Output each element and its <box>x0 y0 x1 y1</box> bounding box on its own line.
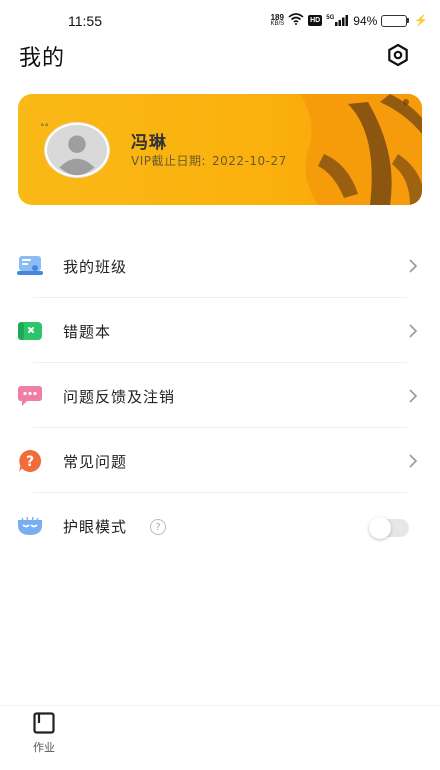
feedback-icon <box>17 385 43 407</box>
vip-expiry-date: 2022-10-27 <box>212 154 287 168</box>
wifi-icon <box>288 13 304 28</box>
vip-expiry-label: VIP截止日期: <box>131 154 207 168</box>
hd-badge: HD <box>308 15 323 26</box>
battery-icon <box>381 14 410 27</box>
class-icon <box>17 255 43 277</box>
menu-item-feedback[interactable]: 问题反馈及注销 <box>0 363 440 428</box>
settings-hexagon-icon <box>388 43 408 67</box>
menu-item-label: 常见问题 <box>63 453 128 471</box>
menu-item-label: 错题本 <box>63 323 112 341</box>
menu-item-wrong-book[interactable]: 错题本 <box>0 298 440 363</box>
menu-item-faq[interactable]: ? 常见问题 <box>0 428 440 493</box>
chevron-right-icon <box>409 454 418 468</box>
homework-icon <box>33 712 55 734</box>
eye-mode-toggle[interactable] <box>369 517 409 539</box>
vip-expiry: VIP截止日期: 2022-10-27 <box>131 152 287 169</box>
chevron-right-icon <box>409 259 418 273</box>
bottom-nav: 作业 <box>0 705 440 770</box>
wrong-book-icon <box>17 320 43 342</box>
avatar[interactable] <box>44 122 110 178</box>
svg-text:?: ? <box>26 454 34 470</box>
network-speed: 189 KB/S <box>270 12 285 28</box>
profile-card[interactable]: °° 冯琳 VIP截止日期: 2022-10-27 <box>18 94 422 205</box>
faq-icon: ? <box>17 449 43 472</box>
menu-item-label: 护眼模式 <box>63 518 128 536</box>
signal-icon: 5G <box>326 15 349 26</box>
chevron-right-icon <box>409 389 418 403</box>
svg-text:°°: °° <box>40 123 49 133</box>
settings-button[interactable] <box>384 42 412 68</box>
default-avatar-icon <box>46 124 108 176</box>
menu-list: 我的班级 错题本 问题反馈及注销 ? 常见问题 护眼模式 ? <box>0 233 440 558</box>
network-speed-value: 189 <box>270 12 284 22</box>
user-name: 冯琳 <box>131 133 167 153</box>
menu-item-my-class[interactable]: 我的班级 <box>0 233 440 298</box>
battery-percent: 94% <box>353 13 378 28</box>
tab-homework[interactable]: 作业 <box>20 712 68 762</box>
toggle-knob <box>369 517 391 539</box>
help-question-icon[interactable]: ? <box>150 519 166 535</box>
menu-item-label: 问题反馈及注销 <box>63 388 176 406</box>
status-time: 11:55 <box>68 13 102 29</box>
menu-item-label: 我的班级 <box>63 258 128 276</box>
signal-type: 5G <box>326 15 335 21</box>
status-indicators: 189 KB/S HD 5G 94% ⚡ <box>270 13 428 28</box>
chevron-right-icon <box>409 324 418 338</box>
network-speed-unit: KB/S <box>270 20 285 27</box>
page-title: 我的 <box>19 46 66 71</box>
menu-item-eye-mode: 护眼模式 ? <box>0 493 440 558</box>
tab-label: 作业 <box>33 741 55 754</box>
charging-icon: ⚡ <box>414 15 428 27</box>
eye-protection-icon <box>17 515 43 537</box>
status-bar: 11:55 189 KB/S HD 5G 94% ⚡ <box>0 0 440 44</box>
